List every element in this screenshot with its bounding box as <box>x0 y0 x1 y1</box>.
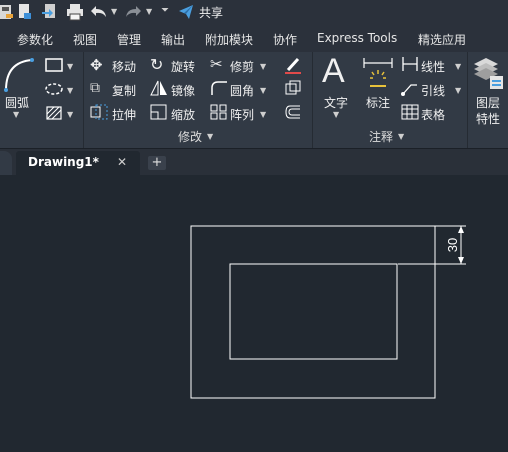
ribbon-tab-bar: 参数化 视图 管理 输出 附加模块 协作 Express Tools 精选应用 <box>0 24 508 52</box>
dimension-icon[interactable] <box>362 56 394 90</box>
linear-dropdown-icon[interactable]: ▼ <box>455 62 461 71</box>
modify-panel-expand-icon[interactable]: ▼ <box>207 132 213 141</box>
array-icon[interactable] <box>210 104 228 120</box>
layer-properties-label-line1[interactable]: 图层 <box>476 94 500 111</box>
array-dropdown-icon[interactable]: ▼ <box>260 110 266 119</box>
stretch-icon[interactable] <box>90 104 108 120</box>
trim-label[interactable]: 修剪 <box>230 58 254 75</box>
tab-addins[interactable]: 附加模块 <box>205 31 253 48</box>
tab-manage[interactable]: 管理 <box>117 31 141 48</box>
outer-rectangle[interactable] <box>190 225 436 399</box>
tab-collaborate[interactable]: 协作 <box>273 31 297 48</box>
tab-express-tools[interactable]: Express Tools <box>317 31 397 45</box>
table-label[interactable]: 表格 <box>421 106 445 123</box>
linear-dimension-icon[interactable] <box>401 56 419 72</box>
stretch-label[interactable]: 拉伸 <box>112 106 136 123</box>
text-label[interactable]: 文字 <box>324 94 348 111</box>
mirror-icon[interactable] <box>150 80 168 96</box>
close-icon[interactable]: ✕ <box>117 155 127 169</box>
annotation-panel-expand-icon[interactable]: ▼ <box>398 132 404 141</box>
tab-featured-apps[interactable]: 精选应用 <box>418 31 466 48</box>
table-icon[interactable] <box>401 104 419 120</box>
fillet-label[interactable]: 圆角 <box>230 82 254 99</box>
scale-label[interactable]: 缩放 <box>171 106 195 123</box>
share-label[interactable]: 共享 <box>199 4 223 21</box>
text-icon[interactable]: A <box>322 52 345 91</box>
hatch-icon[interactable] <box>45 105 63 121</box>
rectangle-icon[interactable] <box>45 58 63 72</box>
array-label[interactable]: 阵列 <box>230 106 254 123</box>
panel-separator <box>312 52 313 148</box>
ribbon: 圆弧 ▼ ▼ ▼ ▼ ✥ 移动 ↻ 旋转 ✂ 修剪 ▼ ⧉ 复制 镜像 圆角 ▼… <box>0 52 508 148</box>
layer-properties-label-line2[interactable]: 特性 <box>476 110 500 127</box>
undo-dropdown-icon[interactable]: ▼ <box>111 7 117 16</box>
leader-icon[interactable] <box>401 80 419 96</box>
linear-label[interactable]: 线性 <box>421 58 445 75</box>
save-as-icon[interactable] <box>0 3 14 21</box>
tab-output[interactable]: 输出 <box>161 31 185 48</box>
new-tab-button[interactable]: + <box>148 156 166 170</box>
layer-properties-icon[interactable] <box>472 54 504 90</box>
annotation-panel-label[interactable]: 注释 <box>369 128 393 145</box>
document-tab-label[interactable]: Drawing1* <box>28 155 99 169</box>
redo-icon[interactable] <box>124 3 142 21</box>
leader-dropdown-icon[interactable]: ▼ <box>455 86 461 95</box>
offset-icon[interactable] <box>284 104 302 120</box>
trim-dropdown-icon[interactable]: ▼ <box>260 62 266 71</box>
rotate-label[interactable]: 旋转 <box>171 58 195 75</box>
dimension-label[interactable]: 标注 <box>366 94 390 111</box>
tab-parametric[interactable]: 参数化 <box>17 31 53 48</box>
fillet-dropdown-icon[interactable]: ▼ <box>260 86 266 95</box>
undo-icon[interactable] <box>90 3 108 21</box>
rotate-icon[interactable]: ↻ <box>150 55 163 74</box>
arc-dropdown-icon[interactable]: ▼ <box>13 110 19 119</box>
tab-view[interactable]: 视图 <box>73 31 97 48</box>
panel-separator <box>467 52 468 148</box>
publish-icon[interactable] <box>42 3 56 21</box>
leader-label[interactable]: 引线 <box>421 82 445 99</box>
plot-icon[interactable] <box>18 3 32 21</box>
drawing-area[interactable]: 30 <box>0 175 508 449</box>
move-label[interactable]: 移动 <box>112 58 136 75</box>
move-icon[interactable]: ✥ <box>90 56 103 74</box>
panel-separator <box>83 52 84 148</box>
quick-access-toolbar: ▼ ▼ ⏷ 共享 <box>0 0 508 24</box>
modify-panel-label[interactable]: 修改 <box>178 128 202 145</box>
drawing-canvas[interactable]: 30 <box>0 175 508 449</box>
inner-rectangle[interactable] <box>229 263 398 360</box>
document-tab[interactable]: Drawing1* ✕ <box>16 151 140 175</box>
text-dropdown-icon[interactable]: ▼ <box>333 110 339 119</box>
ellipse-icon[interactable] <box>45 82 63 96</box>
mirror-label[interactable]: 镜像 <box>171 82 195 99</box>
explode-icon[interactable] <box>284 80 302 96</box>
dimension-text[interactable]: 30 <box>445 238 460 252</box>
arc-label[interactable]: 圆弧 <box>5 94 29 111</box>
scale-icon[interactable] <box>150 104 168 120</box>
hatch-dropdown-icon[interactable]: ▼ <box>67 110 73 119</box>
rectangle-dropdown-icon[interactable]: ▼ <box>67 62 73 71</box>
fillet-icon[interactable] <box>210 80 228 96</box>
redo-dropdown-icon[interactable]: ▼ <box>146 7 152 16</box>
print-icon[interactable] <box>66 3 84 21</box>
copy-icon[interactable]: ⧉ <box>90 80 100 96</box>
share-icon[interactable] <box>178 4 194 20</box>
customize-toolbar-icon[interactable]: ⏷ <box>161 5 169 16</box>
document-tab-bar: Drawing1* ✕ + <box>0 148 508 175</box>
start-tab-stub[interactable] <box>0 151 12 175</box>
arc-icon[interactable] <box>2 56 36 92</box>
ellipse-dropdown-icon[interactable]: ▼ <box>67 86 73 95</box>
erase-icon[interactable] <box>284 56 302 74</box>
copy-label[interactable]: 复制 <box>112 82 136 99</box>
trim-icon[interactable]: ✂ <box>210 55 223 73</box>
